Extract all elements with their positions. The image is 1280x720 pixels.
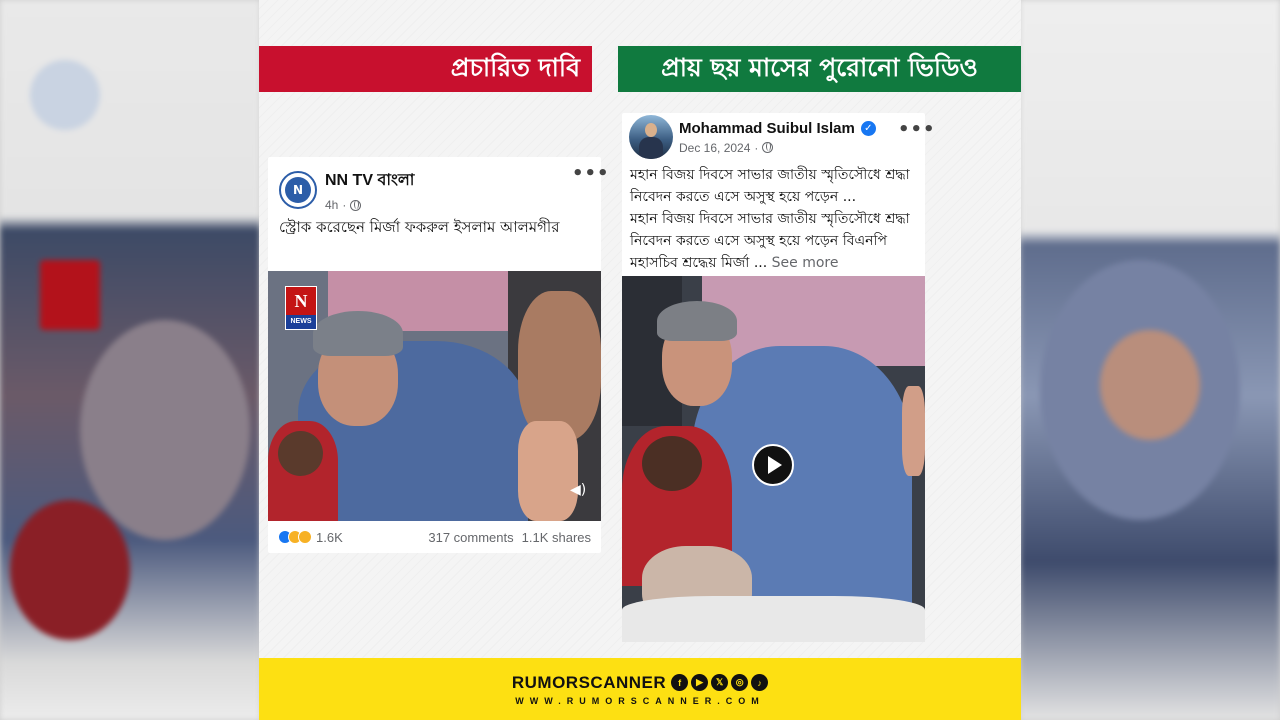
claim-post-text: স্ট্রোক করেছেন মির্জা ফকরুল ইসলাম আলমগীর [279, 218, 560, 236]
tiktok-icon[interactable]: ♪ [751, 674, 769, 691]
page-avatar[interactable]: N [279, 170, 317, 209]
page-name[interactable]: NN TV বাংলা [325, 167, 414, 194]
post-date[interactable]: Dec 16, 2024 [679, 141, 750, 155]
claim-video[interactable] [268, 271, 601, 521]
shares-count[interactable]: 1.1K shares [522, 530, 591, 545]
website-url[interactable]: WWW.RUMORSCANNER.COM [515, 696, 765, 706]
youtube-icon[interactable]: ▶ [691, 674, 709, 691]
globe-icon [762, 142, 774, 153]
speaker-icon[interactable]: ◀) [570, 482, 592, 498]
see-more-link[interactable]: See more [772, 255, 839, 271]
blurred-logo [40, 260, 100, 330]
brand-name: RUMORSCANNER [511, 672, 667, 692]
play-icon[interactable] [752, 444, 794, 486]
instagram-icon[interactable]: ◎ [731, 674, 749, 691]
blurred-shirt [10, 500, 130, 640]
more-dots-icon[interactable]: ••• [572, 163, 610, 184]
claim-post-stats: 1.6K 317 comments 1.1K shares [268, 521, 601, 553]
claim-post-header: N NN TV বাংলা 4h · [279, 167, 414, 212]
facebook-icon[interactable]: f [671, 674, 689, 691]
x-twitter-icon[interactable]: 𝕏 [711, 674, 729, 691]
comments-count[interactable]: 317 comments [428, 530, 513, 545]
reactions[interactable]: 1.6K [278, 530, 343, 545]
blurred-face [80, 320, 250, 540]
reaction-count: 1.6K [316, 529, 343, 545]
author-avatar[interactable] [629, 115, 673, 159]
blurred-face [1100, 330, 1200, 440]
blurred-background-right [1020, 0, 1280, 720]
post-time[interactable]: 4h [325, 198, 338, 212]
haha-reaction-icon [298, 530, 312, 544]
nn-tv-logo-icon: N [285, 176, 311, 203]
nn-news-watermark: N NEWS [285, 286, 317, 330]
blurred-background-left [0, 0, 260, 720]
verified-badge-icon: ✓ [860, 120, 876, 136]
globe-icon [350, 199, 362, 211]
fact-post-full-text: মহান বিজয় দিবসে সাভার জাতীয় স্মৃতিসৌধে… [630, 211, 910, 271]
footer-bar: RUMORSCANNER f ▶ 𝕏 ◎ ♪ WWW.RUMORSCANNER.… [259, 658, 1021, 720]
blurred-avatar [30, 60, 100, 130]
claim-banner: প্রচারিত দাবি [259, 46, 592, 92]
fact-banner: প্রায় ছয় মাসের পুরোনো ভিডিও [618, 46, 1021, 92]
fact-post-summary: মহান বিজয় দিবসে সাভার জাতীয় স্মৃতিসৌধে… [630, 167, 910, 205]
author-name[interactable]: Mohammad Suibul Islam [679, 120, 855, 137]
fact-post-header: Mohammad Suibul Islam ✓ Dec 16, 2024 · [629, 115, 876, 159]
more-dots-icon[interactable]: ••• [898, 119, 936, 140]
